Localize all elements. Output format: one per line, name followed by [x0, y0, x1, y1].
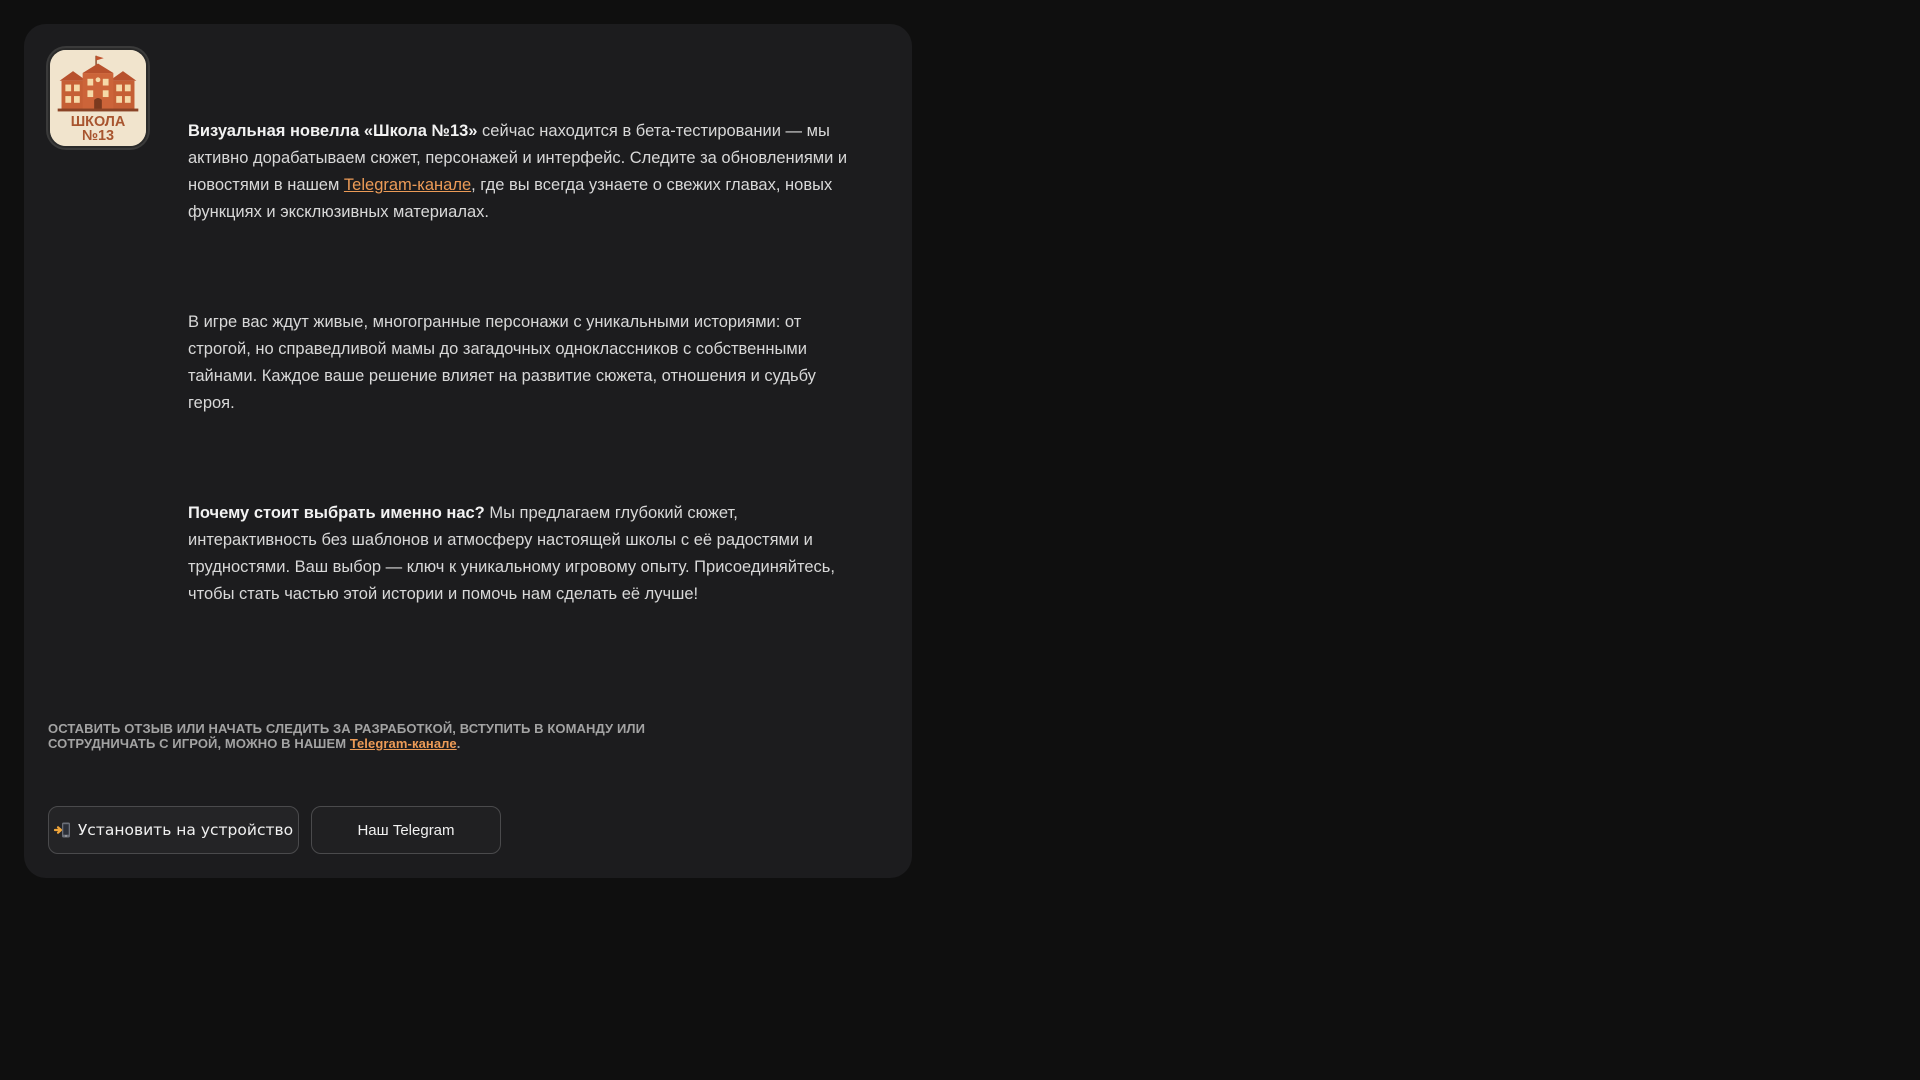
cta-end: .	[456, 736, 461, 751]
characters-paragraph: В игре вас ждут живые, многогранные перс…	[188, 313, 816, 412]
school-logo: ШКОЛА №13	[48, 48, 148, 148]
why-paragraph: Почему стоит выбрать именно нас? Мы пред…	[188, 500, 858, 608]
intro-title: Визуальная новелла «Школа №13»	[188, 122, 478, 140]
phone-install-icon	[53, 822, 70, 838]
why-title: Почему стоит выбрать именно нас?	[188, 504, 485, 522]
main-card: ШКОЛА №13 Визуальная новелла «Школа №13»…	[24, 24, 912, 878]
svg-text:№13: №13	[82, 128, 114, 144]
telegram-button[interactable]: Наш Telegram	[311, 806, 501, 854]
telegram-channel-link[interactable]: Telegram-канале	[344, 176, 471, 194]
school-building-icon: ШКОЛА №13	[50, 50, 146, 146]
cta-telegram-link[interactable]: Telegram-канале	[350, 736, 457, 751]
feedback-cta: Оставить отзыв или начать следить за раз…	[48, 721, 688, 751]
intro-paragraph: Визуальная новелла «Школа №13» сейчас на…	[188, 118, 858, 226]
telegram-button-label: Наш Telegram	[357, 821, 455, 839]
install-button-label: Установить на устройство	[77, 821, 294, 839]
install-button[interactable]: Установить на устройство	[48, 806, 299, 854]
cta-text: Оставить отзыв или начать следить за раз…	[48, 721, 646, 751]
